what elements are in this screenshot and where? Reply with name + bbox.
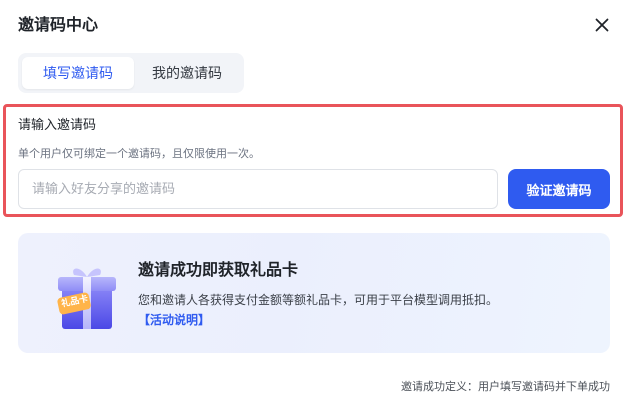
promo-description: 您和邀请人各获得支付金额等额礼品卡，可用于平台模型调用抵扣。 (138, 293, 499, 307)
verify-code-button[interactable]: 验证邀请码 (508, 169, 610, 209)
promo-title: 邀请成功即获取礼品卡 (138, 260, 299, 279)
dialog-title: 邀请码中心 (18, 15, 99, 34)
tab-my-code[interactable]: 我的邀请码 (134, 57, 240, 89)
activity-rules-link[interactable]: 【活动说明】 (138, 311, 210, 329)
gift-icon: 礼品卡 (52, 253, 122, 333)
tab-bar: 填写邀请码 我的邀请码 (18, 53, 244, 93)
close-icon (595, 18, 609, 32)
promo-card: 礼品卡 邀请成功即获取礼品卡 您和邀请人各获得支付金额等额礼品卡，可用于平台模型… (18, 233, 610, 353)
invite-code-dialog: 邀请码中心 填写邀请码 我的邀请码 请输入邀请码 单个用户仅可绑定一个邀请码，且… (0, 0, 630, 411)
input-label: 请输入邀请码 (18, 118, 97, 133)
success-definition-note: 邀请成功定义：用户填写邀请码并下单成功 (401, 380, 610, 393)
tab-enter-code[interactable]: 填写邀请码 (22, 57, 134, 89)
close-button[interactable] (592, 15, 612, 35)
invite-code-input[interactable] (18, 169, 498, 209)
input-hint: 单个用户仅可绑定一个邀请码，且仅限使用一次。 (18, 147, 260, 160)
